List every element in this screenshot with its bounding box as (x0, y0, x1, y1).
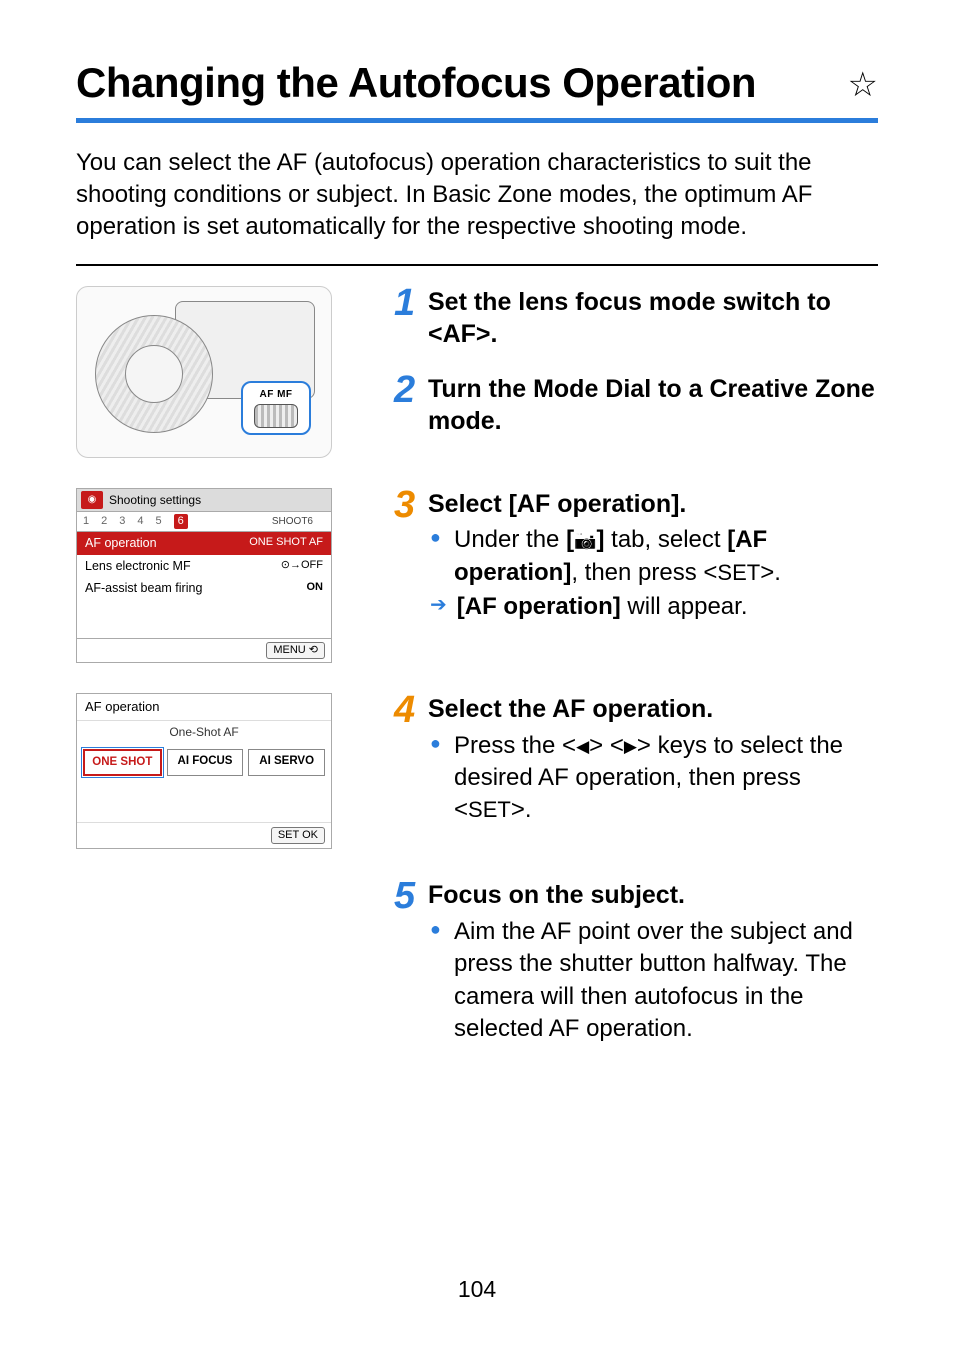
af-option-one-shot: ONE SHOT (83, 749, 162, 777)
section-divider (76, 264, 878, 266)
step-2-heading: Turn the Mode Dial to a Creative Zone mo… (428, 373, 878, 438)
step-3-heading: Select [AF operation]. (428, 488, 878, 521)
page-number: 104 (0, 1274, 954, 1305)
step-3-bullet-1: Under the [] tab, select [AF operation],… (454, 524, 878, 589)
af-box-title: AF operation (77, 694, 331, 720)
bullet-icon: ● (430, 730, 444, 827)
step-4-heading: Select the AF operation. (428, 693, 878, 726)
menu-row-lens-mf-label: Lens electronic MF (85, 558, 191, 575)
af-option-ai-focus: AI FOCUS (167, 749, 244, 777)
menu-row-af-assist-value: ON (307, 580, 324, 597)
step-number-1: 1 (394, 286, 422, 320)
step-5-heading: Focus on the subject. (428, 879, 878, 912)
intro-paragraph: You can select the AF (autofocus) operat… (76, 147, 878, 244)
menu-tab-4: 4 (137, 514, 143, 529)
menu-tab-3: 3 (119, 514, 125, 529)
step-number-4: 4 (394, 693, 422, 727)
camera-illustration: AF MF (76, 286, 332, 458)
step-5-bullet-1: Aim the AF point over the subject and pr… (454, 916, 878, 1046)
af-option-ai-servo: AI SERVO (248, 749, 325, 777)
af-operation-screenshot: AF operation One-Shot AF ONE SHOT AI FOC… (76, 693, 332, 849)
camera-icon (574, 526, 596, 553)
left-key-icon (576, 730, 589, 762)
focus-switch-callout: AF MF (241, 381, 311, 435)
right-key-icon (624, 730, 637, 762)
arrow-right-icon: ➔ (430, 591, 447, 623)
menu-row-af-operation-label: AF operation (85, 535, 157, 552)
menu-tab-5: 5 (156, 514, 162, 529)
af-footer-button: SET OK (271, 827, 325, 844)
step-3-bullet-2: [AF operation] will appear. (457, 591, 748, 623)
menu-footer-button: MENU ⟲ (266, 642, 325, 659)
menu-tab-2: 2 (101, 514, 107, 529)
menu-tab-6-active: 6 (174, 514, 188, 529)
step-4-bullet-1: Press the <> <> keys to select the desir… (454, 730, 878, 827)
menu-head-title: Shooting settings (109, 492, 201, 508)
step-number-5: 5 (394, 879, 422, 913)
shooting-settings-screenshot: ◉ Shooting settings 1 2 3 4 5 6 SHOOT6 A… (76, 488, 332, 663)
focus-switch-label: AF MF (259, 388, 292, 402)
menu-tab-section-label: SHOOT6 (272, 515, 313, 529)
af-box-subtitle: One-Shot AF (77, 720, 331, 743)
step-number-3: 3 (394, 488, 422, 522)
step-number-2: 2 (394, 373, 422, 407)
menu-tab-1: 1 (83, 514, 89, 529)
menu-row-lens-mf-value: ⊙→OFF (281, 558, 323, 575)
bullet-icon: ● (430, 524, 444, 589)
bullet-icon: ● (430, 916, 444, 1046)
page-title: Changing the Autofocus Operation (76, 55, 848, 112)
step-1-heading: Set the lens focus mode switch to <AF>. (428, 286, 878, 351)
camera-tab-icon: ◉ (81, 491, 103, 509)
menu-row-af-operation-value: ONE SHOT AF (249, 535, 323, 552)
pro-feature-star-icon: ☆ (848, 63, 878, 109)
menu-row-af-assist-label: AF-assist beam firing (85, 580, 202, 597)
